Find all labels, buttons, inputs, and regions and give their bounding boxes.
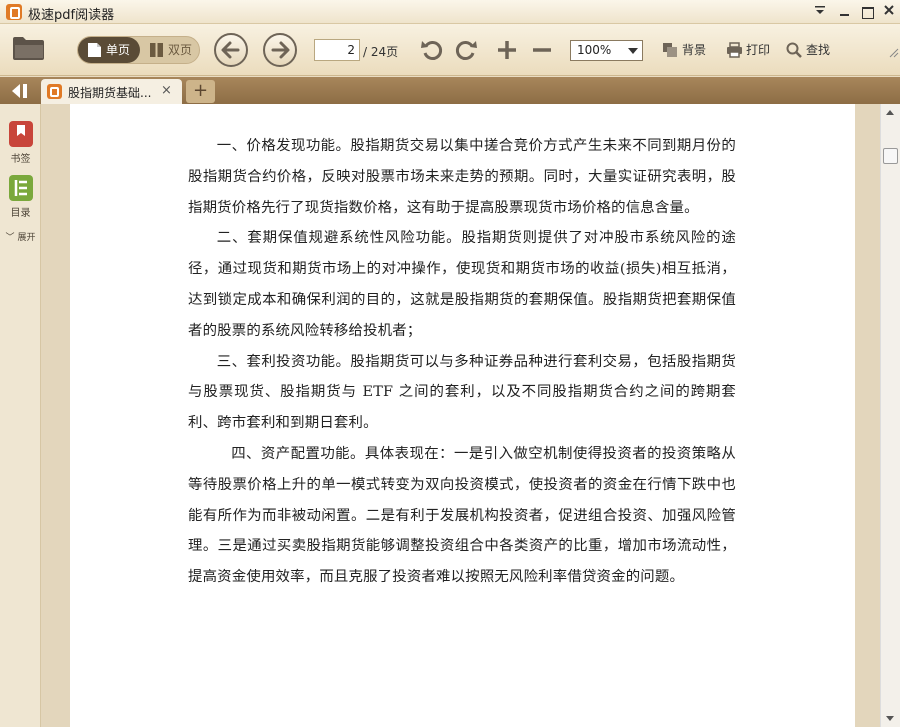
document-viewport[interactable]: 一、价格发现功能。股指期货交易以集中搓合竞价方式产生未来不同到期月份的股指期货合…: [41, 104, 880, 727]
view-mode-toggle: 单页 双页: [77, 36, 200, 64]
new-tab-button[interactable]: +: [186, 80, 215, 103]
paragraph-hedging: 二、套期保值规避系统性风险功能。股指期货则提供了对冲股市系统风险的途径，通过现货…: [188, 230, 736, 339]
double-page-icon: [150, 43, 163, 57]
sidebar-item-bookmarks[interactable]: 书签: [0, 120, 41, 165]
paragraph-arbitrage: 三、套利投资功能。股指期货可以与多种证券品种进行套利交易，包括股指期货与股票现货…: [188, 353, 736, 432]
scroll-down-icon[interactable]: [886, 716, 894, 721]
tab-bar: 股指期货基础... × +: [0, 77, 900, 104]
chevron-down-icon: [628, 48, 638, 54]
app-logo-icon: [6, 4, 22, 20]
chevron-down-icon: ﹀: [5, 233, 15, 243]
maximize-button[interactable]: [858, 3, 876, 21]
pdf-file-icon: [47, 84, 62, 99]
vertical-scrollbar[interactable]: [880, 104, 900, 727]
background-icon: [663, 43, 677, 57]
scroll-up-icon[interactable]: [886, 110, 894, 115]
print-button[interactable]: 打印: [726, 40, 770, 60]
toolbar: 单页 双页 2 / 24页 100% 背景 打印 查找: [0, 24, 900, 76]
arrow-left-icon: [221, 41, 240, 59]
background-label: 背景: [682, 43, 707, 57]
previous-page-button[interactable]: [214, 33, 248, 67]
zoom-out-icon[interactable]: [530, 38, 554, 62]
single-page-label: 单页: [106, 43, 131, 57]
document-tab-label: 股指期货基础...: [68, 86, 152, 100]
double-page-label: 双页: [168, 43, 193, 57]
paragraph-price-discovery: 一、价格发现功能。股指期货交易以集中搓合竞价方式产生未来不同到期月份的股指期货合…: [188, 138, 736, 216]
bookmark-label: 书签: [10, 154, 31, 165]
tab-close-button[interactable]: ×: [161, 83, 172, 98]
find-label: 查找: [806, 43, 831, 57]
search-icon: [786, 42, 802, 58]
document-tab[interactable]: 股指期货基础... ×: [41, 79, 182, 104]
minimize-button[interactable]: [835, 3, 853, 21]
background-button[interactable]: 背景: [662, 40, 706, 60]
expand-label: 展开: [17, 233, 36, 243]
page-number-input[interactable]: 2: [314, 39, 360, 61]
scroll-thumb[interactable]: [883, 148, 898, 164]
close-button[interactable]: [880, 3, 898, 21]
pdf-page: 一、价格发现功能。股指期货交易以集中搓合竞价方式产生未来不同到期月份的股指期货合…: [70, 104, 855, 727]
find-button[interactable]: 查找: [786, 40, 830, 60]
page-text: 一、价格发现功能。股指期货交易以集中搓合竞价方式产生未来不同到期月份的股指期货合…: [188, 131, 736, 593]
sidebar-item-toc[interactable]: 目录: [0, 174, 41, 219]
rotate-right-icon[interactable]: [454, 38, 478, 62]
double-page-button[interactable]: 双页: [140, 37, 200, 63]
zoom-value: 100%: [577, 43, 612, 57]
bookmark-icon: [8, 121, 33, 147]
left-sidebar: 书签 目录 ﹀ 展开: [0, 104, 41, 727]
resize-grip-icon: [889, 48, 899, 58]
printer-icon: [727, 42, 742, 58]
sidebar-expand-button[interactable]: ﹀ 展开: [0, 230, 41, 243]
toc-label: 目录: [10, 208, 31, 219]
single-page-icon: [88, 43, 101, 57]
zoom-in-icon[interactable]: [495, 38, 519, 62]
rotate-left-icon[interactable]: [420, 38, 444, 62]
open-folder-icon[interactable]: [12, 36, 45, 61]
zoom-select[interactable]: 100%: [570, 40, 643, 61]
next-page-button[interactable]: [263, 33, 297, 67]
title-bar: 极速pdf阅读器: [0, 0, 900, 24]
paragraph-asset-allocation: 四、资产配置功能。具体表现在：一是引入做空机制使得投资者的投资策略从等待股票价格…: [188, 445, 736, 586]
window-title: 极速pdf阅读器: [28, 8, 115, 23]
print-label: 打印: [746, 43, 771, 57]
arrow-right-icon: [271, 41, 290, 59]
single-page-button[interactable]: 单页: [78, 37, 140, 63]
page-total-label: / 24页: [363, 45, 399, 59]
sidebar-collapse-icon[interactable]: [9, 82, 31, 100]
menu-dropdown-icon[interactable]: [811, 3, 829, 21]
table-of-contents-icon: [8, 175, 33, 201]
